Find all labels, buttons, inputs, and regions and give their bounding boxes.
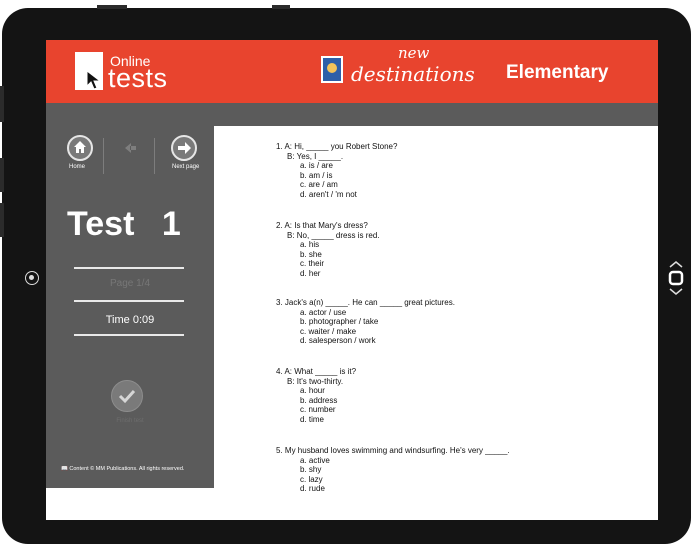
side-button-3 <box>0 203 4 237</box>
answer-option[interactable]: a. is / are <box>276 161 397 171</box>
header-strip <box>46 103 658 126</box>
top-button-2 <box>272 5 290 9</box>
book-icon: 📖 <box>61 466 68 472</box>
answer-option[interactable]: d. salesperson / work <box>276 336 455 346</box>
copyright-text: 📖 Content © MM Publications. All rights … <box>61 466 184 472</box>
question-line: A: Is that Mary's dress? <box>284 221 368 230</box>
answer-option[interactable]: b. she <box>276 250 380 260</box>
answer-option[interactable]: d. time <box>276 415 356 425</box>
cursor-icon <box>86 70 102 90</box>
side-button-2 <box>0 158 4 192</box>
book-cover-icon <box>321 56 343 83</box>
question-line: Jack's a(n) _____. He can _____ great pi… <box>284 298 455 307</box>
home-label: Home <box>69 164 86 170</box>
answer-option[interactable]: c. lazy <box>276 475 510 485</box>
answer-option[interactable]: c. number <box>276 405 356 415</box>
arrow-right-icon <box>178 142 191 154</box>
brand-new-text: new <box>398 44 430 62</box>
answer-option[interactable]: d. rude <box>276 484 510 494</box>
side-button <box>0 86 4 122</box>
question-1: 1. A: Hi, _____ you Robert Stone? B: Yes… <box>276 142 397 200</box>
question-number: 3. <box>276 298 283 307</box>
divider <box>74 334 184 336</box>
test-title: Test 1 <box>67 205 181 243</box>
question-number: 2. <box>276 221 283 230</box>
app-header: Online tests new destinations Elementary <box>46 40 658 103</box>
answer-option[interactable]: c. their <box>276 259 380 269</box>
question-line: B: No, _____ dress is red. <box>287 230 380 240</box>
top-button <box>97 5 127 9</box>
answer-option[interactable]: a. hour <box>276 386 356 396</box>
answer-option[interactable]: b. address <box>276 396 356 406</box>
sidebar-footer <box>46 488 214 520</box>
answer-option[interactable]: a. active <box>276 456 510 466</box>
question-line: B: It's two-thirty. <box>287 376 344 386</box>
timer: Time 0:09 <box>105 314 155 326</box>
home-hardware-button[interactable] <box>666 260 686 296</box>
answer-option[interactable]: c. are / am <box>276 180 397 190</box>
question-5: 5. My husband loves swimming and windsur… <box>276 446 510 494</box>
sidebar: Home Next page <box>46 126 214 488</box>
nav-divider <box>103 138 104 174</box>
home-button-icon <box>668 261 684 295</box>
arrow-left-icon <box>125 143 136 153</box>
divider <box>74 300 184 302</box>
question-line: A: What _____ is it? <box>284 367 357 376</box>
next-page-button[interactable] <box>171 135 197 161</box>
home-button[interactable] <box>67 135 93 161</box>
brand-destinations-text: destinations <box>351 62 475 86</box>
answer-option[interactable]: a. his <box>276 240 380 250</box>
answer-option[interactable]: d. aren't / 'm not <box>276 190 397 200</box>
finish-test-label: Finish test <box>116 418 144 424</box>
logo-tests-text: tests <box>108 63 168 93</box>
answer-option[interactable]: a. actor / use <box>276 308 455 318</box>
answer-option[interactable]: b. am / is <box>276 171 397 181</box>
answer-option[interactable]: b. photographer / take <box>276 317 455 327</box>
question-4: 4. A: What _____ is it? B: It's two-thir… <box>276 367 356 425</box>
checkmark-icon <box>118 389 136 404</box>
question-number: 4. <box>276 367 283 376</box>
answer-option[interactable]: b. shy <box>276 465 510 475</box>
previous-page-button[interactable] <box>122 140 138 156</box>
question-line: My husband loves swimming and windsurfin… <box>284 446 510 455</box>
answer-option[interactable]: d. her <box>276 269 380 279</box>
app-screen: Online tests new destinations Elementary… <box>46 40 658 520</box>
question-line: A: Hi, _____ you Robert Stone? <box>284 142 398 151</box>
camera-icon <box>25 271 39 285</box>
question-3: 3. Jack's a(n) _____. He can _____ great… <box>276 298 455 346</box>
nav-divider <box>154 138 155 174</box>
page-indicator: Page 1/4 <box>109 278 151 289</box>
question-2: 2. A: Is that Mary's dress? B: No, _____… <box>276 221 380 279</box>
copyright-label: Content © MM Publications. All rights re… <box>69 466 185 472</box>
finish-test-button[interactable] <box>111 380 143 412</box>
answer-option[interactable]: c. waiter / make <box>276 327 455 337</box>
question-number: 1. <box>276 142 283 151</box>
question-line: B: Yes, I _____. <box>287 151 344 161</box>
home-icon <box>74 141 86 153</box>
next-page-label: Next page <box>172 164 200 170</box>
divider <box>74 267 184 269</box>
question-number: 5. <box>276 446 283 455</box>
level-title: Elementary <box>506 62 609 83</box>
